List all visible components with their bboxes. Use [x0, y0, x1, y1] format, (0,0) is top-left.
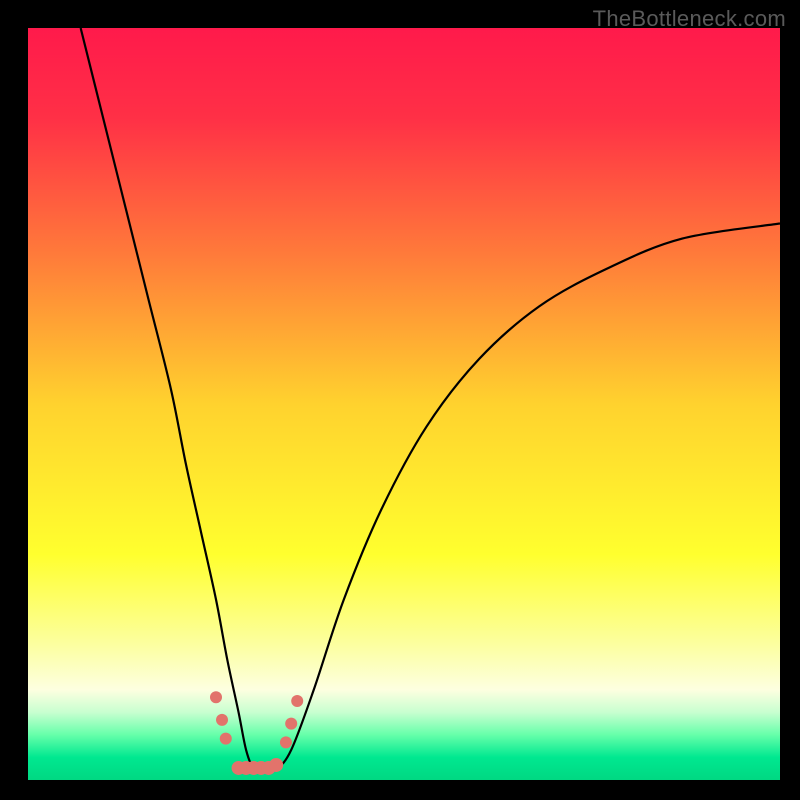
plot-area: [28, 28, 780, 780]
chart-svg: [28, 28, 780, 780]
highlight-dot: [291, 695, 303, 707]
highlight-dot: [280, 736, 292, 748]
highlight-dot: [285, 718, 297, 730]
highlight-dot: [220, 733, 232, 745]
highlight-dot: [210, 691, 222, 703]
highlight-dot: [269, 758, 283, 772]
highlight-dots: [210, 691, 303, 775]
bottleneck-curve: [81, 28, 780, 770]
watermark: TheBottleneck.com: [593, 6, 786, 32]
highlight-dot: [216, 714, 228, 726]
